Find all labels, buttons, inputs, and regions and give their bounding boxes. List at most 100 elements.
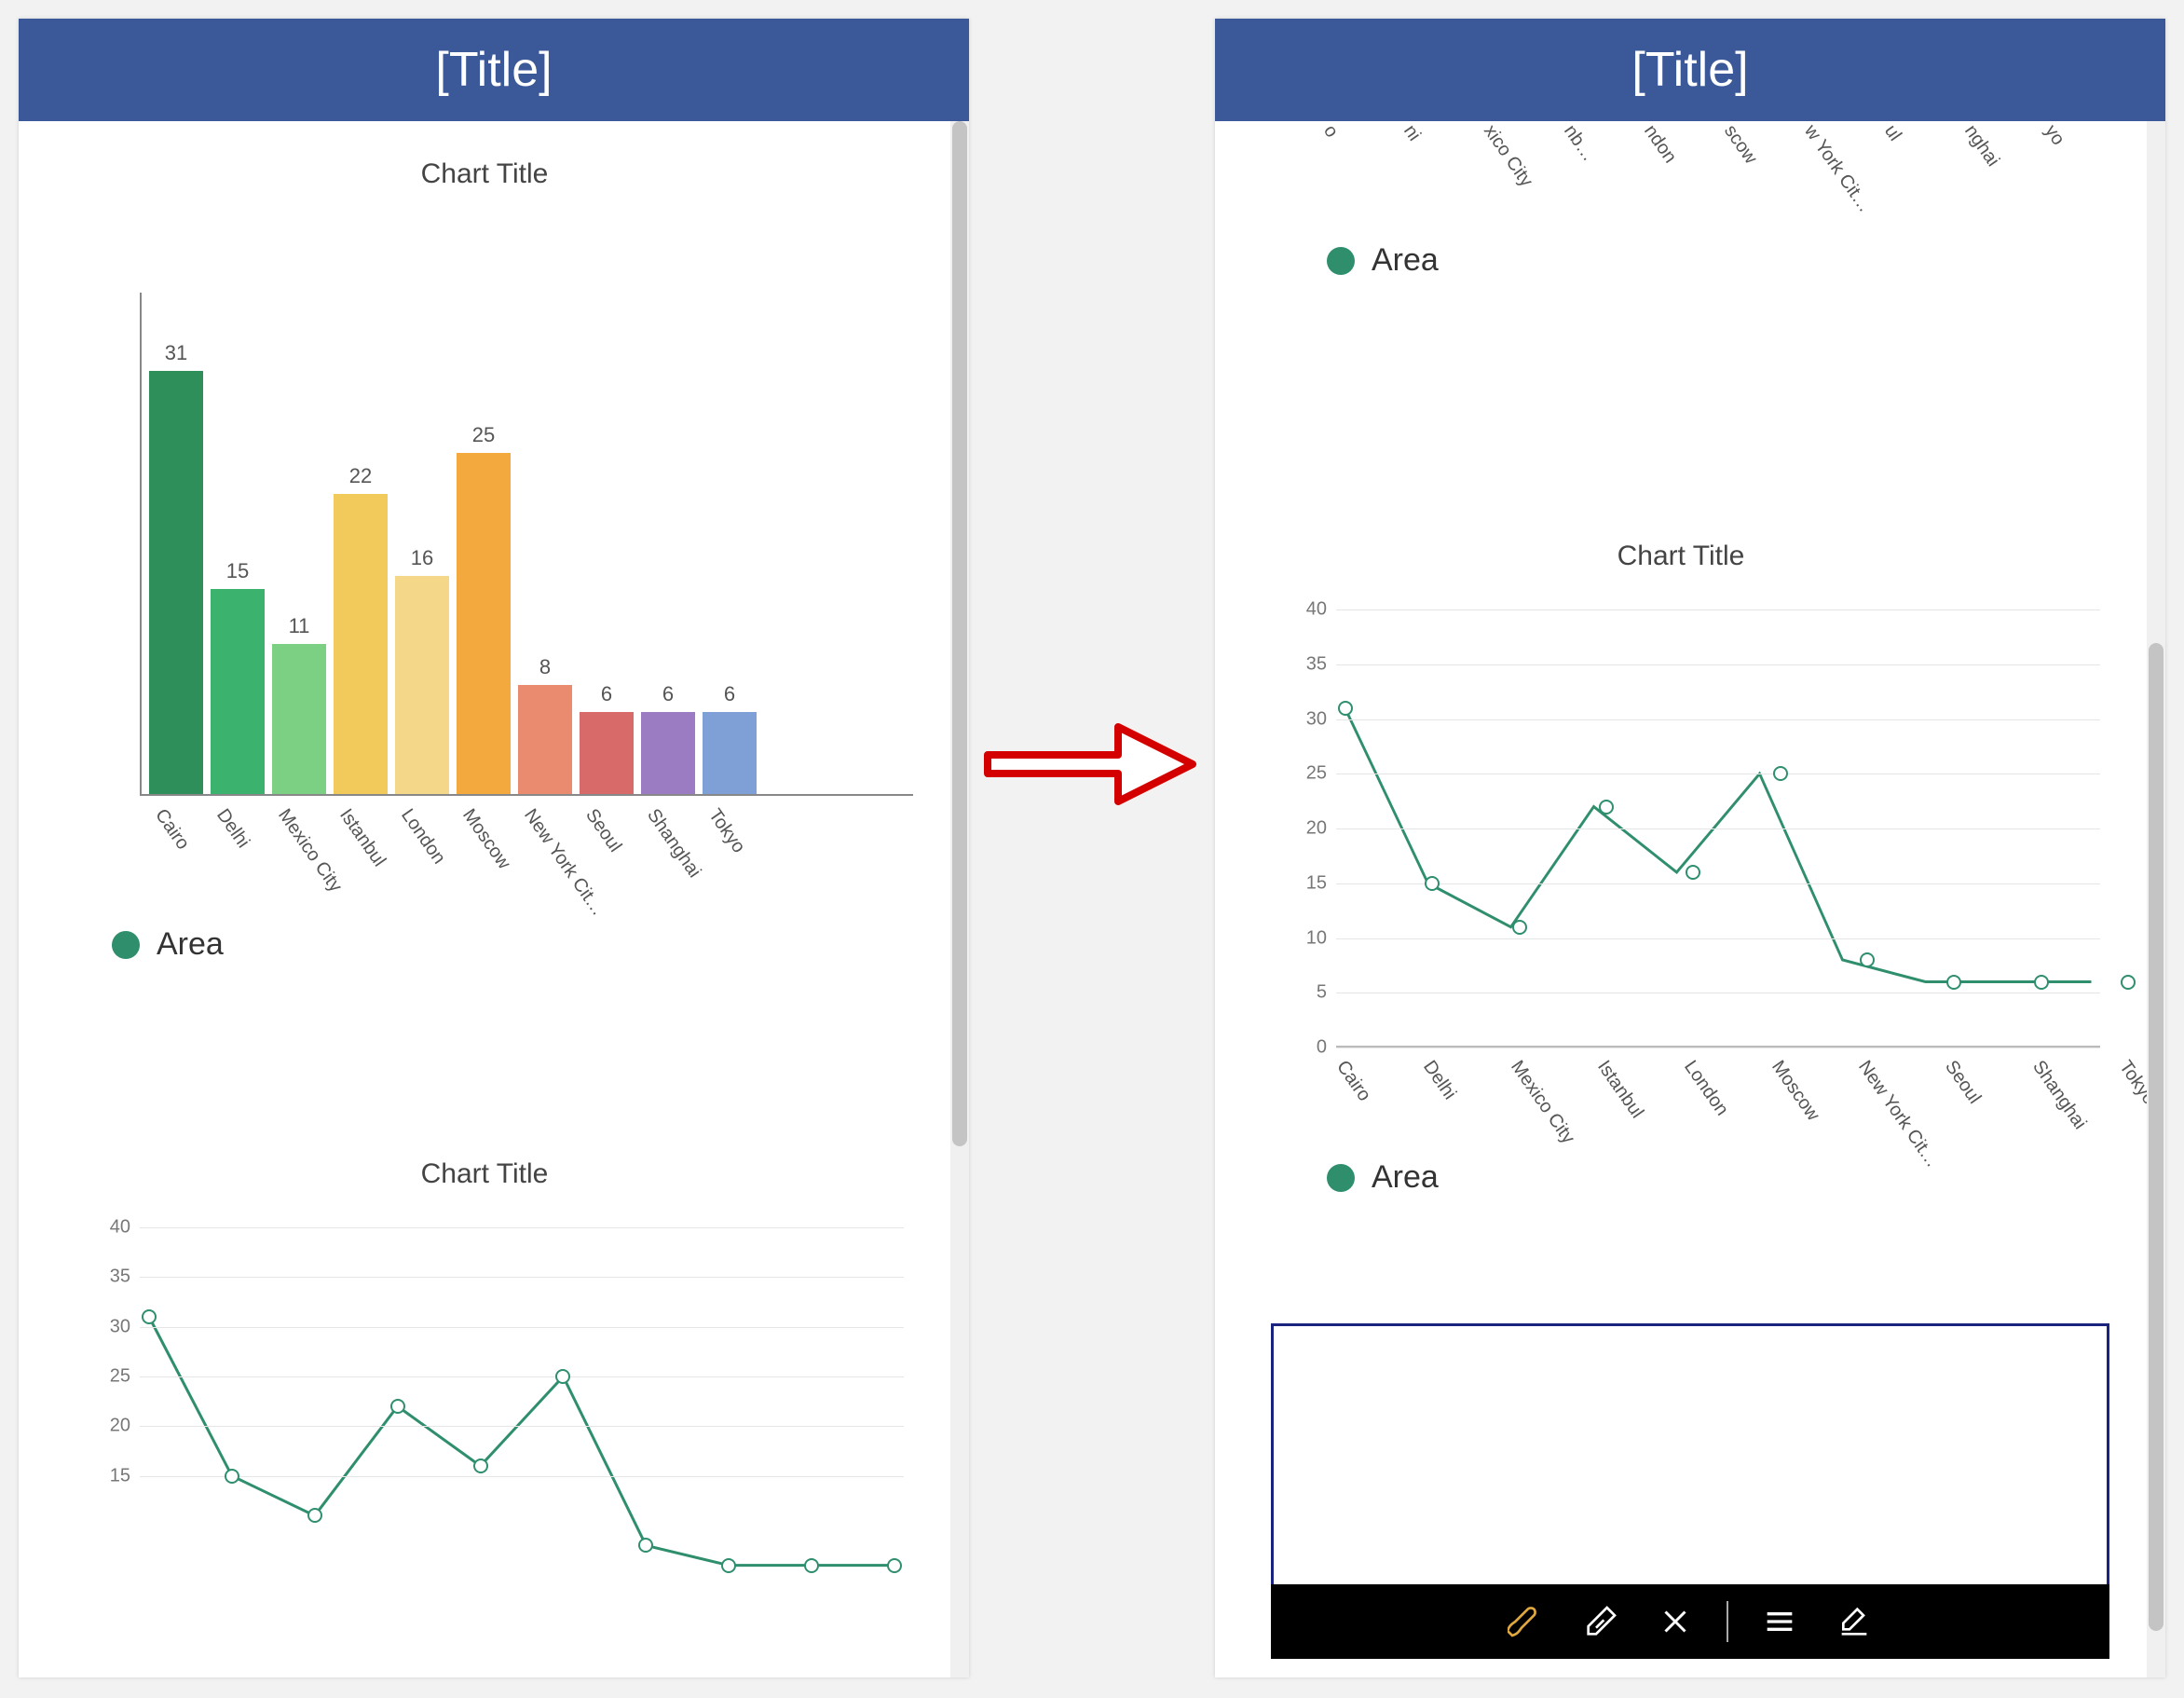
gridline	[140, 1277, 904, 1278]
data-point	[721, 1558, 736, 1573]
eraser-icon[interactable]	[1577, 1598, 1624, 1645]
y-tick-label: 30	[1306, 708, 1336, 730]
data-point	[1686, 865, 1700, 880]
data-point	[1773, 766, 1788, 781]
bar-4: 16London	[395, 576, 451, 795]
data-point	[887, 1558, 902, 1573]
data-point	[1512, 920, 1527, 935]
data-point	[2121, 975, 2136, 990]
titlebar-left-text: [Title]	[435, 42, 552, 98]
partial-x-label: scow	[1719, 121, 1761, 169]
data-point	[1599, 800, 1614, 815]
bar-2: 11Mexico City	[272, 644, 328, 794]
partial-x-labels: onixico Citynb…ndonscoww York Cit…ulngha…	[1336, 121, 2147, 205]
bar-value-label: 6	[641, 682, 695, 712]
bar-rect: 6	[641, 712, 695, 794]
gridline	[140, 1227, 904, 1228]
bar-series: 31Cairo15Delhi11Mexico City22Istanbul16L…	[149, 293, 913, 794]
legend-bottom-right: Area	[1327, 1159, 2147, 1196]
y-tick-label: 15	[110, 1465, 140, 1486]
data-point	[2034, 975, 2049, 990]
gridline	[140, 1327, 904, 1328]
line-chart-right: 0510152025303540CairoDelhiMexico CityIst…	[1280, 609, 2109, 1048]
y-tick-label: 40	[110, 1217, 140, 1239]
bar-value-label: 25	[457, 423, 511, 453]
line-chart-title-right: Chart Title	[1215, 541, 2147, 572]
y-tick-label: 40	[1306, 599, 1336, 621]
left-pane: [Title] Chart Title 31Cairo15Delhi11Mexi…	[19, 19, 969, 1677]
data-point	[555, 1369, 570, 1384]
y-tick-label: 35	[1306, 653, 1336, 675]
bar-rect: 6	[580, 712, 634, 794]
data-point	[142, 1309, 157, 1324]
bar-chart-title: Chart Title	[19, 158, 950, 190]
partial-x-label: w York Cit…	[1799, 121, 1875, 216]
bar-8: 6Shanghai	[641, 712, 697, 794]
toolbar-separator	[1727, 1601, 1728, 1642]
bar-value-label: 22	[334, 464, 388, 494]
partial-x-label: o	[1318, 121, 1342, 142]
line-plot-right: 0510152025303540CairoDelhiMexico CityIst…	[1336, 609, 2100, 1048]
bar-rect: 6	[703, 712, 757, 794]
bar-1: 15Delhi	[211, 589, 266, 794]
y-tick-label: 15	[1306, 872, 1336, 894]
bar-7: 6Seoul	[580, 712, 635, 794]
gridline	[1336, 719, 2100, 720]
scroll-thumb-left[interactable]	[952, 121, 967, 1146]
scrollbar-right[interactable]	[2147, 121, 2165, 1677]
bar-9: 6Tokyo	[703, 712, 758, 794]
bar-rect: 25	[457, 453, 511, 794]
bar-rect: 8	[518, 685, 572, 794]
arrow-icon	[978, 708, 1202, 820]
legend-dot-icon	[1327, 247, 1355, 275]
gridline	[140, 1476, 904, 1477]
bar-6: 8New York Cit…	[518, 685, 574, 794]
y-tick-label: 35	[110, 1267, 140, 1288]
bar-value-label: 15	[211, 559, 265, 589]
gridline	[1336, 664, 2100, 665]
edit-icon[interactable]	[1831, 1598, 1877, 1645]
right-pane: [Title] onixico Citynb…ndonscoww York Ci…	[1215, 19, 2165, 1677]
gridline	[140, 1426, 904, 1427]
y-tick-label: 25	[110, 1366, 140, 1388]
bar-rect: 31	[149, 371, 203, 794]
bar-y-axis	[140, 293, 142, 796]
gridline	[1336, 883, 2100, 884]
partial-x-label: ndon	[1639, 121, 1680, 168]
gridline	[1336, 828, 2100, 829]
scroll-thumb-right[interactable]	[2149, 643, 2164, 1631]
partial-x-label: xico City	[1479, 121, 1536, 191]
bar-x-axis	[140, 794, 913, 796]
y-tick-label: 20	[1306, 818, 1336, 840]
bar-rect: 22	[334, 494, 388, 794]
scrollbar-left[interactable]	[950, 121, 969, 1677]
signature-pad[interactable]	[1271, 1323, 2109, 1590]
bar-3: 22Istanbul	[334, 494, 389, 794]
legend-dot-icon	[1327, 1164, 1355, 1192]
bar-legend-label: Area	[157, 926, 224, 963]
data-point	[1425, 876, 1440, 891]
partial-x-label: nghai	[1959, 121, 2003, 171]
legend-dot-icon	[112, 931, 140, 959]
lines-icon[interactable]	[1756, 1598, 1803, 1645]
data-point	[804, 1558, 819, 1573]
y-tick-label: 25	[1306, 763, 1336, 785]
gridline	[1336, 938, 2100, 939]
pen-icon[interactable]	[1503, 1598, 1549, 1645]
close-icon[interactable]	[1652, 1598, 1699, 1645]
bar-value-label: 8	[518, 655, 572, 685]
partial-x-label: ni	[1399, 121, 1425, 145]
gridline	[1336, 609, 2100, 610]
bar-legend: Area	[112, 926, 950, 963]
y-tick-label: 30	[110, 1316, 140, 1337]
bar-value-label: 6	[580, 682, 634, 712]
data-point	[225, 1469, 239, 1484]
titlebar-right-text: [Title]	[1631, 42, 1748, 98]
y-tick-label: 20	[110, 1416, 140, 1437]
titlebar-right: [Title]	[1215, 19, 2165, 121]
right-content: onixico Citynb…ndonscoww York Cit…ulngha…	[1215, 121, 2147, 1677]
line-chart-left: 152025303540	[84, 1227, 913, 1526]
partial-x-label: yo	[2040, 121, 2068, 149]
legend-top-right: Area	[1327, 242, 1439, 279]
bar-rect: 11	[272, 644, 326, 794]
